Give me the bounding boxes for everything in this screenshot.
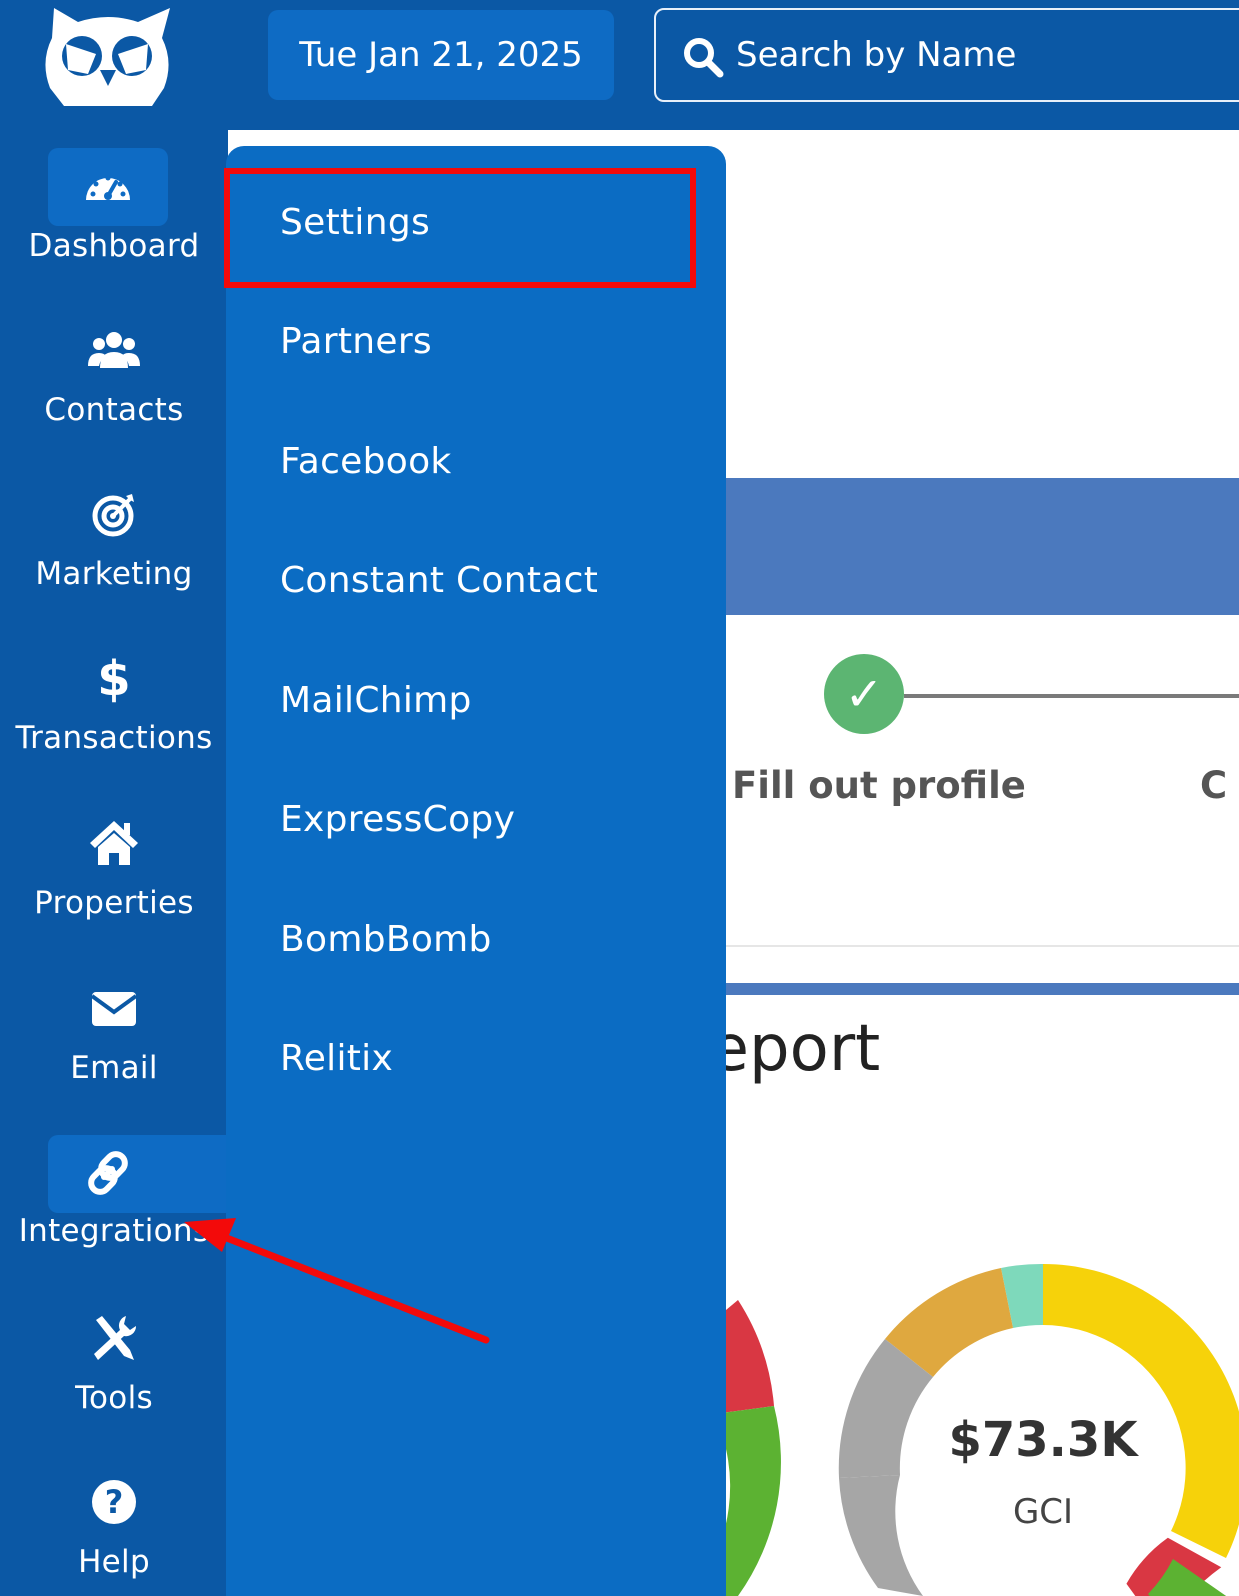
search-box[interactable]: [654, 8, 1239, 102]
menu-item-constant-contact[interactable]: Constant Contact: [280, 560, 598, 601]
step-label[interactable]: Fill out profile: [732, 764, 1026, 807]
sidebar-item-transactions[interactable]: $ Transactions: [0, 650, 228, 760]
sidebar-item-label: Contacts: [44, 392, 184, 428]
help-icon: ?: [86, 1474, 142, 1530]
sidebar-item-label: Tools: [75, 1380, 153, 1416]
owl-logo-icon[interactable]: [40, 8, 176, 106]
sidebar: Dashboard Contacts Marketing $ Transacti…: [0, 0, 228, 1596]
sidebar-item-label: Transactions: [15, 720, 213, 756]
menu-item-bombbomb[interactable]: BombBomb: [280, 919, 492, 960]
sidebar-item-email[interactable]: Email: [0, 980, 228, 1090]
step-complete-check-icon[interactable]: ✓: [824, 654, 904, 734]
sidebar-item-dashboard[interactable]: Dashboard: [0, 148, 228, 274]
svg-text:?: ?: [105, 1483, 124, 1521]
sidebar-item-label: Marketing: [35, 556, 193, 592]
sidebar-item-label: Email: [70, 1050, 158, 1086]
gci-label: GCI: [1012, 1492, 1074, 1532]
sidebar-item-label: Integrations: [18, 1213, 210, 1249]
menu-item-mailchimp[interactable]: MailChimp: [280, 680, 472, 721]
envelope-icon: [86, 980, 142, 1036]
sidebar-item-label: Properties: [34, 885, 194, 921]
sidebar-item-help[interactable]: ? Help: [0, 1474, 228, 1596]
next-step-label[interactable]: C: [1200, 764, 1227, 807]
sidebar-item-contacts[interactable]: Contacts: [0, 322, 228, 432]
target-icon: [86, 486, 142, 542]
speedometer-icon: [80, 158, 136, 214]
gci-segment-gray-lower: [839, 1475, 923, 1596]
home-icon: [86, 815, 142, 871]
link-icon: [80, 1145, 136, 1201]
date-button[interactable]: Tue Jan 21, 2025: [268, 10, 614, 100]
dollar-icon: $: [86, 650, 142, 706]
sidebar-item-properties[interactable]: Properties: [0, 815, 228, 925]
menu-item-facebook[interactable]: Facebook: [280, 441, 452, 482]
sidebar-item-label: Dashboard: [28, 228, 200, 264]
sidebar-item-integrations[interactable]: Integrations: [0, 1135, 228, 1261]
progress-line: [904, 694, 1239, 698]
menu-item-settings[interactable]: Settings: [280, 202, 430, 243]
search-icon: [684, 38, 724, 78]
menu-item-partners[interactable]: Partners: [280, 321, 432, 362]
dashboard-icon-box: [48, 148, 168, 226]
top-bar: Tue Jan 21, 2025: [228, 0, 1239, 130]
gci-value: $73.3K: [948, 1412, 1138, 1468]
sidebar-item-marketing[interactable]: Marketing: [0, 486, 228, 596]
menu-item-relitix[interactable]: Relitix: [280, 1038, 393, 1079]
search-input[interactable]: [736, 10, 1236, 100]
users-icon: [86, 322, 142, 378]
svg-text:$: $: [97, 651, 130, 706]
tools-icon: [86, 1310, 142, 1366]
integrations-dropdown-menu: Settings Partners Facebook Constant Cont…: [224, 146, 726, 1596]
menu-item-expresscopy[interactable]: ExpressCopy: [280, 799, 515, 840]
sidebar-item-tools[interactable]: Tools: [0, 1310, 228, 1420]
sidebar-item-label: Help: [78, 1544, 150, 1580]
integrations-icon-box: [48, 1135, 228, 1213]
